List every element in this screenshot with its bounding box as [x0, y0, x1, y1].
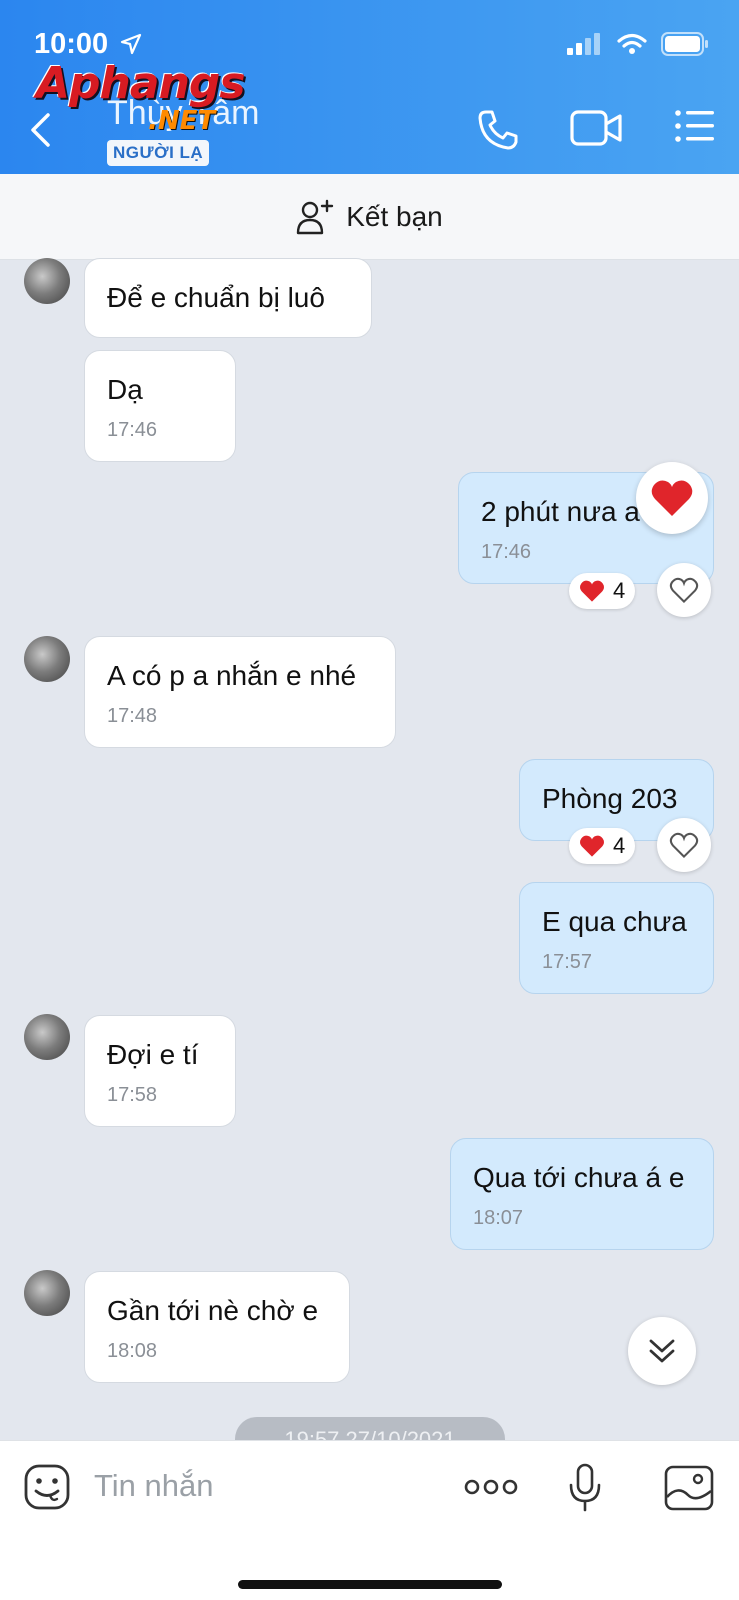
message-time: 17:48	[107, 705, 158, 727]
contact-avatar[interactable]	[24, 1270, 70, 1316]
double-chevron-down-icon	[649, 1339, 675, 1363]
status-time: 10:00	[34, 28, 109, 60]
heart-outline-icon	[669, 577, 699, 604]
phone-call-icon[interactable]	[476, 108, 520, 152]
video-call-icon[interactable]	[570, 108, 622, 148]
contact-avatar[interactable]	[24, 636, 70, 682]
message-text: Qua tới chưa á e	[473, 1162, 685, 1193]
reaction-summary[interactable]: 4	[569, 828, 636, 864]
message-time: 17:46	[107, 419, 158, 441]
sticker-emoji-icon[interactable]	[24, 1464, 70, 1510]
message-input[interactable]: Tin nhắn	[94, 1468, 214, 1504]
back-icon[interactable]	[28, 112, 52, 148]
add-friend-label: Kết bạn	[346, 200, 443, 232]
menu-list-icon[interactable]	[674, 108, 716, 144]
message-bubble-out[interactable]: Qua tới chưa á e 18:07	[450, 1138, 714, 1250]
image-gallery-icon[interactable]	[664, 1465, 714, 1511]
reaction-count: 4	[613, 833, 626, 858]
watermark-logo: Aphangs	[36, 58, 246, 109]
message-text: Gần tới nè chờ e	[107, 1295, 319, 1326]
message-text: A có p a nhắn e nhé	[107, 660, 357, 691]
react-heart-button[interactable]	[657, 563, 711, 617]
contact-avatar[interactable]	[24, 258, 70, 304]
watermark-logo-suffix: .NET	[148, 106, 216, 136]
message-text: Đợi e tí	[107, 1039, 199, 1070]
message-text: Dạ	[107, 374, 143, 405]
scroll-to-bottom-button[interactable]	[628, 1317, 696, 1385]
chat-header: 10:00 Thùy Tâm NGƯỜI LẠ Aphangs .NET	[0, 0, 739, 174]
contact-avatar[interactable]	[24, 1014, 70, 1060]
message-text: Phòng 203	[542, 783, 678, 814]
message-bubble-in[interactable]: Để e chuẩn bị luô	[84, 258, 372, 338]
heart-icon	[651, 480, 693, 516]
reaction-summary[interactable]: 4	[569, 573, 636, 609]
signal-icon	[567, 33, 600, 55]
microphone-icon[interactable]	[568, 1463, 602, 1513]
stranger-badge: NGƯỜI LẠ	[107, 140, 210, 166]
location-arrow-icon	[120, 33, 142, 55]
message-time: 17:46	[481, 541, 532, 563]
add-friend-bar[interactable]: Kết bạn	[0, 174, 739, 260]
more-options-icon[interactable]	[464, 1477, 518, 1497]
battery-icon	[661, 32, 708, 56]
heart-icon	[580, 835, 604, 857]
message-time: 17:57	[542, 951, 593, 973]
home-indicator	[238, 1580, 502, 1589]
heart-icon	[580, 580, 604, 602]
message-bubble-in[interactable]: Gần tới nè chờ e 18:08	[84, 1271, 350, 1383]
message-text: E qua chưa	[542, 906, 687, 937]
message-bubble-in[interactable]: A có p a nhắn e nhé 17:48	[84, 636, 396, 748]
message-input-bar: Tin nhắn	[0, 1440, 739, 1600]
message-bubble-in[interactable]: Đợi e tí 17:58	[84, 1015, 236, 1127]
message-time: 18:08	[107, 1340, 158, 1362]
heart-reaction-badge	[636, 462, 708, 534]
reaction-count: 4	[613, 578, 626, 603]
message-time: 17:58	[107, 1084, 158, 1106]
heart-outline-icon	[669, 832, 699, 859]
wifi-icon	[617, 33, 647, 54]
status-indicators	[567, 32, 709, 56]
message-bubble-out[interactable]: E qua chưa 17:57	[519, 882, 714, 994]
add-friend-icon	[297, 199, 334, 234]
message-time: 18:07	[473, 1207, 524, 1229]
react-heart-button[interactable]	[657, 818, 711, 872]
message-bubble-in[interactable]: Dạ 17:46	[84, 350, 236, 462]
message-text: Để e chuẩn bị luô	[107, 282, 325, 313]
